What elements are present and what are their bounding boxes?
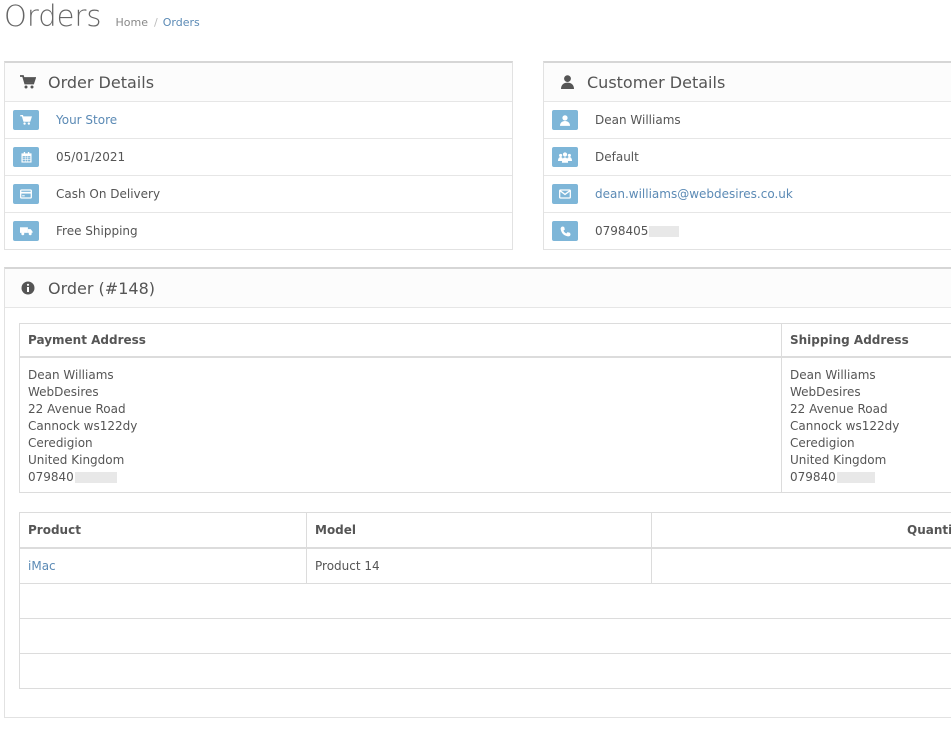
redacted-block: [649, 226, 680, 237]
model-column-header: Model: [306, 512, 652, 549]
envelope-icon: [552, 184, 578, 204]
order-date-row: 05/01/2021: [5, 139, 512, 176]
order-date: 05/01/2021: [56, 150, 126, 164]
table-row: [19, 617, 951, 654]
customer-group-row: Default: [544, 139, 951, 176]
customer-group: Default: [595, 150, 639, 164]
shopping-cart-icon: [20, 74, 36, 90]
payment-address-cell: Dean Williams WebDesires 22 Avenue Road …: [19, 356, 782, 493]
redacted-block: [74, 471, 117, 483]
quantity-cell: [651, 547, 951, 584]
redacted-block: [836, 471, 875, 483]
order-details-panel: Order Details Your Store 05/01/2021 Cash…: [4, 61, 513, 250]
customer-details-heading: Customer Details: [544, 63, 951, 102]
group-icon: [552, 147, 578, 167]
calendar-icon: [13, 147, 39, 167]
user-icon: [559, 74, 575, 90]
address-table: Payment Address Shipping Address Dean Wi…: [19, 323, 951, 493]
breadcrumb-home[interactable]: Home: [116, 16, 148, 29]
order-heading: Order (#148): [5, 269, 951, 308]
product-link[interactable]: iMac: [28, 559, 56, 573]
products-table: Product Model Quantit iMac Product 14: [19, 512, 951, 689]
truck-icon: [13, 221, 39, 241]
quantity-column-header: Quantit: [651, 512, 951, 549]
store-link[interactable]: Your Store: [56, 113, 117, 127]
table-row: [19, 652, 951, 689]
page-title: Orders: [4, 0, 102, 33]
customer-email-row: dean.williams@webdesires.co.uk: [544, 176, 951, 213]
breadcrumb: Home / Orders: [115, 16, 200, 29]
model-cell: Product 14: [306, 547, 652, 584]
shipping-method: Free Shipping: [56, 224, 138, 238]
customer-name: Dean Williams: [595, 113, 681, 127]
payment-method: Cash On Delivery: [56, 187, 161, 201]
store-icon: [13, 110, 39, 130]
order-title: Order (#148): [48, 278, 155, 298]
customer-details-title: Customer Details: [587, 72, 726, 92]
breadcrumb-orders[interactable]: Orders: [163, 16, 200, 29]
info-circle-icon: [20, 280, 36, 296]
shipping-address-header: Shipping Address: [781, 323, 951, 358]
customer-phone-row: 0798405: [544, 213, 951, 249]
table-row: iMac Product 14: [19, 547, 951, 584]
table-row: [19, 582, 951, 619]
customer-user-icon: [552, 110, 578, 130]
product-cell: iMac: [19, 547, 307, 584]
credit-card-icon: [13, 184, 39, 204]
order-details-heading: Order Details: [5, 63, 512, 102]
phone-icon: [552, 221, 578, 241]
customer-email-link[interactable]: dean.williams@webdesires.co.uk: [595, 187, 793, 201]
customer-details-panel: Customer Details Dean Williams Default d…: [543, 61, 951, 250]
customer-name-row: Dean Williams: [544, 102, 951, 139]
customer-phone: 0798405: [595, 224, 680, 238]
shipping-address-cell: Dean Williams WebDesires 22 Avenue Road …: [781, 356, 951, 493]
product-column-header: Product: [19, 512, 307, 549]
shipping-method-row: Free Shipping: [5, 213, 512, 249]
order-store-row: Your Store: [5, 102, 512, 139]
order-details-title: Order Details: [48, 72, 155, 92]
payment-method-row: Cash On Delivery: [5, 176, 512, 213]
page-header: Orders Home / Orders: [4, 0, 200, 40]
payment-address-header: Payment Address: [19, 323, 782, 358]
